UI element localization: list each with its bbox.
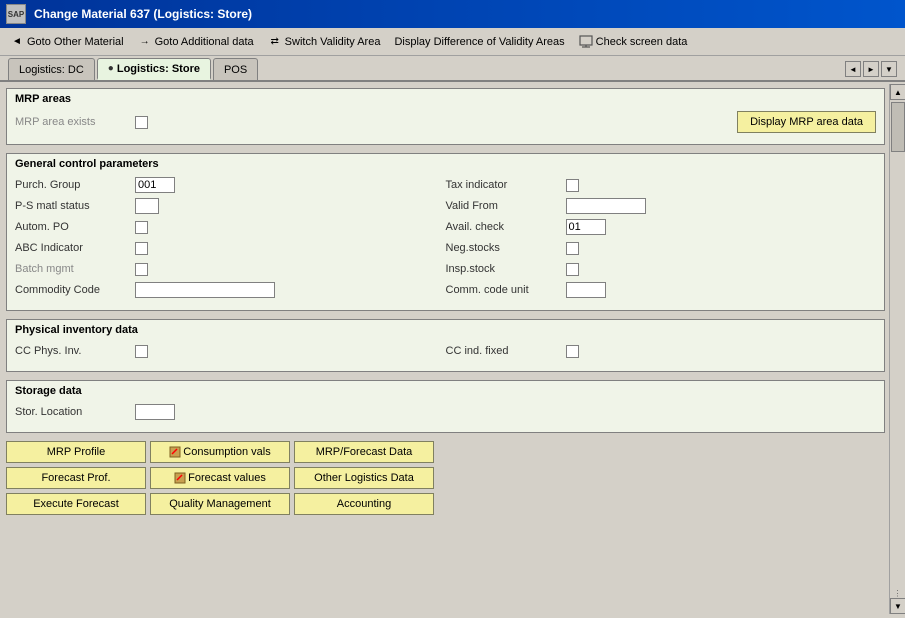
tab-nav-right[interactable]: ► <box>863 61 879 77</box>
goto-other-icon: ◄ <box>10 35 24 49</box>
section-physical-title: Physical inventory data <box>15 324 876 336</box>
avail-check-input[interactable] <box>566 219 606 235</box>
other-logistics-data-button[interactable]: Other Logistics Data <box>294 467 434 489</box>
menu-goto-other-material[interactable]: ◄ Goto Other Material <box>4 33 130 51</box>
tab-logistics-dc[interactable]: Logistics: DC <box>8 58 95 80</box>
forecast-values-button[interactable]: Forecast values <box>150 467 290 489</box>
scroll-track <box>890 100 905 588</box>
consumption-vals-button[interactable]: Consumption vals <box>150 441 290 463</box>
tab-nav-left[interactable]: ◄ <box>845 61 861 77</box>
stor-location-label: Stor. Location <box>15 406 135 418</box>
consumption-icon <box>169 445 183 459</box>
purch-group-label: Purch. Group <box>15 179 135 191</box>
cc-ind-fixed-label: CC ind. fixed <box>446 345 566 357</box>
menu-display-difference[interactable]: Display Difference of Validity Areas <box>388 34 570 50</box>
neg-stocks-checkbox[interactable] <box>566 242 579 255</box>
check-screen-icon <box>579 35 593 49</box>
title-bar: SAP Change Material 637 (Logistics: Stor… <box>0 0 905 28</box>
section-mrp-areas: MRP areas MRP area exists Display MRP ar… <box>6 88 885 145</box>
tax-indicator-checkbox[interactable] <box>566 179 579 192</box>
tab-bar: Logistics: DC ● Logistics: Store POS ◄ ►… <box>0 56 905 82</box>
app-icon: SAP <box>6 4 26 24</box>
menu-bar: ◄ Goto Other Material → Goto Additional … <box>0 28 905 56</box>
avail-check-label: Avail. check <box>446 221 566 233</box>
window-title: Change Material 637 (Logistics: Store) <box>34 7 252 21</box>
cc-phys-inv-checkbox[interactable] <box>135 345 148 358</box>
cc-phys-inv-label: CC Phys. Inv. <box>15 345 135 357</box>
forecast-prof-button[interactable]: Forecast Prof. <box>6 467 146 489</box>
tax-indicator-label: Tax indicator <box>446 179 566 191</box>
scroll-down-button[interactable]: ▼ <box>890 598 905 614</box>
execute-forecast-button[interactable]: Execute Forecast <box>6 493 146 515</box>
mrp-area-exists-label: MRP area exists <box>15 116 135 128</box>
comm-code-unit-input[interactable] <box>566 282 606 298</box>
ps-matl-status-label: P-S matl status <box>15 200 135 212</box>
forecast-values-icon <box>174 471 188 485</box>
autom-po-checkbox[interactable] <box>135 221 148 234</box>
section-general-control: General control parameters Purch. Group … <box>6 153 885 311</box>
menu-goto-additional-data[interactable]: → Goto Additional data <box>132 33 260 51</box>
goto-additional-icon: → <box>138 35 152 49</box>
stor-location-input[interactable] <box>135 404 175 420</box>
display-mrp-area-data-button[interactable]: Display MRP area data <box>737 111 876 133</box>
mrp-forecast-data-button[interactable]: MRP/Forecast Data <box>294 441 434 463</box>
accounting-button[interactable]: Accounting <box>294 493 434 515</box>
action-buttons-area: MRP Profile Consumption vals MRP/Forecas… <box>6 441 885 515</box>
switch-icon: ⇄ <box>268 35 282 49</box>
autom-po-label: Autom. PO <box>15 221 135 233</box>
valid-from-label: Valid From <box>446 200 566 212</box>
purch-group-input[interactable] <box>135 177 175 193</box>
section-general-title: General control parameters <box>15 158 876 170</box>
comm-code-unit-label: Comm. code unit <box>446 284 566 296</box>
quality-management-button[interactable]: Quality Management <box>150 493 290 515</box>
neg-stocks-label: Neg.stocks <box>446 242 566 254</box>
abc-indicator-checkbox[interactable] <box>135 242 148 255</box>
cc-ind-fixed-checkbox[interactable] <box>566 345 579 358</box>
valid-from-input[interactable] <box>566 198 646 214</box>
scroll-thumb[interactable] <box>891 102 905 152</box>
ps-matl-status-input[interactable] <box>135 198 159 214</box>
section-mrp-areas-title: MRP areas <box>15 93 876 105</box>
menu-switch-validity[interactable]: ⇄ Switch Validity Area <box>262 33 387 51</box>
mrp-area-exists-checkbox[interactable] <box>135 116 148 129</box>
section-storage-data: Storage data Stor. Location <box>6 380 885 433</box>
section-physical-inventory: Physical inventory data CC Phys. Inv. CC… <box>6 319 885 372</box>
commodity-code-label: Commodity Code <box>15 284 135 296</box>
tab-logistics-store[interactable]: ● Logistics: Store <box>97 58 211 80</box>
tab-pos[interactable]: POS <box>213 58 258 80</box>
commodity-code-input[interactable] <box>135 282 275 298</box>
menu-check-screen[interactable]: Check screen data <box>573 33 694 51</box>
insp-stock-checkbox[interactable] <box>566 263 579 276</box>
abc-indicator-label: ABC Indicator <box>15 242 135 254</box>
scroll-up-button[interactable]: ▲ <box>890 84 905 100</box>
batch-mgmt-label: Batch mgmt <box>15 263 135 275</box>
section-storage-title: Storage data <box>15 385 876 397</box>
scroll-grip-area: ⋮ <box>890 590 905 598</box>
mrp-profile-button[interactable]: MRP Profile <box>6 441 146 463</box>
insp-stock-label: Insp.stock <box>446 263 566 275</box>
scrollbar: ▲ ⋮ ▼ <box>889 84 905 614</box>
tab-nav-menu[interactable]: ▼ <box>881 61 897 77</box>
batch-mgmt-checkbox[interactable] <box>135 263 148 276</box>
